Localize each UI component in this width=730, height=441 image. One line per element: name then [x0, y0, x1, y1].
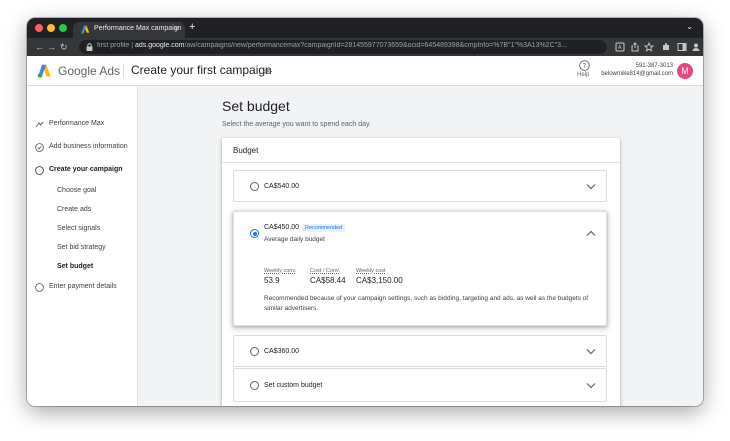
google-ads-brand[interactable]: Google Ads	[58, 64, 120, 78]
sidebar-subitem-label: Create ads	[57, 206, 92, 213]
budget-radio[interactable]	[250, 381, 259, 390]
sidebar-subitem-set-bid-strategy[interactable]: Set bid strategy	[27, 240, 138, 258]
tab-close-icon[interactable]: ×	[174, 24, 179, 33]
bookmark-star-icon[interactable]	[644, 42, 654, 52]
sidebar-item-label: Enter payment details	[49, 283, 117, 290]
main-content: Set budget Select the average you want t…	[138, 86, 703, 406]
sidebar-item-add-business-information[interactable]: Add business information	[27, 139, 138, 157]
ads-header: Google Ads Create your first campaign ? …	[27, 56, 703, 86]
cost-per-conv-label[interactable]: Cost / Conv.	[310, 268, 340, 274]
budget-radio-selected[interactable]	[250, 229, 259, 238]
sidebar-item-performance-max[interactable]: Performance Max	[27, 116, 138, 134]
sidebar-item-create-your-campaign[interactable]: Create your campaign	[27, 162, 138, 180]
sidebar-subitem-label: Set budget	[57, 263, 94, 270]
weekly-cost-label[interactable]: Weekly cost	[356, 268, 386, 274]
reload-icon[interactable]: ↻	[60, 41, 68, 53]
sidebar-item-label: Performance Max	[49, 120, 105, 127]
budget-radio[interactable]	[250, 182, 259, 191]
help-label[interactable]: Help	[577, 72, 589, 78]
translate-icon[interactable]: A	[615, 42, 625, 52]
url-text: first profile | ads.google.com/aw/campai…	[97, 42, 567, 49]
url-path: /aw/campaigns/new/performancemax?campaig…	[184, 42, 567, 49]
chevron-down-icon[interactable]	[586, 348, 596, 355]
performance-max-icon	[35, 121, 44, 128]
radio-circle-icon	[35, 166, 44, 175]
close-window-button[interactable]	[35, 24, 43, 32]
sidebar-subitem-label: Choose goal	[57, 187, 97, 194]
header-divider	[123, 64, 124, 78]
url-domain: ads.google.com	[135, 42, 185, 49]
browser-tab[interactable]: Performance Max campaign ×	[73, 22, 185, 38]
chevron-down-icon[interactable]	[586, 183, 596, 190]
account-email: belowmike814@gmail.com	[601, 71, 673, 77]
radio-circle-icon	[35, 283, 44, 292]
budget-option-540[interactable]: CA$540.00	[233, 170, 607, 202]
chevron-down-icon[interactable]	[586, 382, 596, 389]
sidebar-subitem-set-budget[interactable]: Set budget	[27, 259, 138, 277]
sidebar: Performance Max Add business information…	[27, 86, 138, 406]
google-ads-favicon-icon	[81, 25, 90, 34]
budget-option-label: CA$540.00	[264, 183, 300, 190]
budget-option-label: CA$360.00	[264, 348, 300, 355]
svg-text:A: A	[618, 45, 622, 51]
sidebar-item-label: Add business information	[49, 143, 128, 150]
browser-toolbar: ← → ↻ first profile | ads.google.com/aw/…	[27, 38, 703, 56]
profile-label: first profile	[97, 42, 130, 49]
average-daily-budget-label: Average daily budget	[264, 236, 325, 243]
tab-bar: Performance Max campaign × + ⌄	[27, 18, 703, 38]
maximize-window-button[interactable]	[59, 24, 67, 32]
sidebar-subitem-choose-goal[interactable]: Choose goal	[27, 183, 138, 201]
browser-window: Performance Max campaign × + ⌄ ← → ↻ fir…	[27, 18, 703, 406]
card-divider	[222, 162, 620, 163]
sidebar-subitem-select-signals[interactable]: Select signals	[27, 221, 138, 239]
page-title: Set budget	[222, 98, 290, 114]
google-ads-logo-icon[interactable]	[37, 64, 52, 78]
extension-icon[interactable]	[661, 42, 671, 52]
check-circle-icon	[35, 143, 44, 152]
sidebar-item-enter-payment-details[interactable]: Enter payment details	[27, 279, 138, 297]
back-arrow-icon[interactable]: ←	[35, 41, 44, 53]
new-tab-button[interactable]: +	[189, 21, 195, 33]
budget-option-label: CA$450.00	[264, 224, 300, 231]
budget-heading: Budget	[233, 146, 259, 155]
address-bar[interactable]: first profile | ads.google.com/aw/campai…	[79, 40, 607, 54]
lock-icon	[86, 43, 93, 51]
page-subtitle: Select the average you want to spend eac…	[222, 121, 371, 128]
share-icon[interactable]	[630, 42, 640, 52]
recommended-badge: Recommended	[302, 224, 346, 232]
budget-option-450[interactable]: CA$450.00 Recommended Average daily budg…	[233, 211, 607, 326]
budget-radio[interactable]	[250, 347, 259, 356]
tab-title: Performance Max campaign	[94, 25, 182, 32]
recommendation-text: Recommended because of your campaign set…	[264, 295, 589, 312]
chevron-up-icon[interactable]	[586, 230, 596, 237]
page-header-title: Create your first campaign	[131, 63, 272, 77]
weekly-conv-label[interactable]: Weekly conv.	[264, 268, 296, 274]
sidebar-subitem-label: Set bid strategy	[57, 244, 106, 251]
sidebar-item-label: Create your campaign	[49, 166, 123, 173]
budget-option-label: Set custom budget	[264, 382, 323, 389]
tab-search-chevron-icon[interactable]: ⌄	[686, 22, 693, 31]
svg-text:?: ?	[583, 62, 587, 70]
forward-arrow-icon[interactable]: →	[47, 41, 56, 53]
sidebar-subitem-label: Select signals	[57, 225, 101, 232]
help-icon[interactable]: ?	[579, 60, 590, 71]
visibility-icon[interactable]	[263, 68, 272, 75]
sidebar-subitem-create-ads[interactable]: Create ads	[27, 202, 138, 220]
minimize-window-button[interactable]	[47, 24, 55, 32]
budget-option-360[interactable]: CA$360.00	[233, 335, 607, 367]
account-id: 591-387-3013	[635, 63, 673, 69]
weekly-cost-value: CA$3,150.00	[356, 276, 403, 285]
cost-per-conv-value: CA$58.44	[310, 276, 346, 285]
avatar[interactable]: M	[677, 63, 693, 79]
budget-card: Budget CA$540.00 CA$450.00 Recommended A…	[222, 138, 620, 406]
weekly-conv-value: 53.9	[264, 276, 280, 285]
screenshot-stage: Performance Max campaign × + ⌄ ← → ↻ fir…	[0, 0, 730, 441]
profile-icon[interactable]	[691, 42, 701, 52]
budget-option-custom[interactable]: Set custom budget	[233, 368, 607, 402]
side-panel-icon[interactable]	[677, 42, 687, 52]
